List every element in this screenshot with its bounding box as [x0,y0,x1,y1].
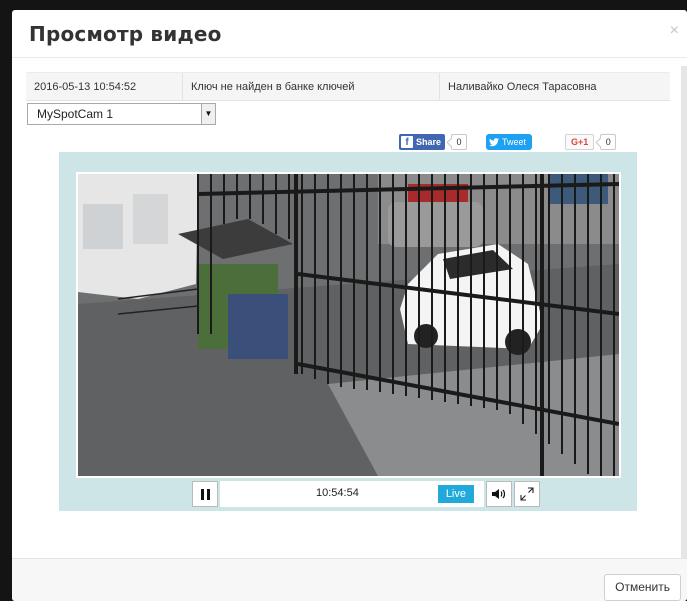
live-button[interactable]: Live [437,485,474,503]
fullscreen-button[interactable] [514,481,540,507]
facebook-share-count: 0 [451,134,468,150]
facebook-share-widget: f Share 0 [399,134,468,150]
volume-icon [492,489,506,499]
pause-icon [199,488,211,500]
chevron-down-icon[interactable]: ▼ [201,104,215,124]
current-time: 10:54:54 [316,487,359,499]
dialog-footer: Отменить [12,558,687,601]
google-plus-widget: G+1 0 [565,134,617,150]
facebook-share-label: Share [416,137,442,147]
tweet-button[interactable]: Tweet [486,134,533,150]
video-player: 10:54:54 Live [59,152,637,511]
video-image [78,174,619,476]
volume-button[interactable] [486,481,512,507]
event-info-row: 2016-05-13 10:54:52 Ключ не найден в бан… [26,72,670,101]
google-plus-count: 0 [600,134,617,150]
event-status: Ключ не найден в банке ключей [183,73,440,100]
time-bar[interactable]: 10:54:54 Live [220,481,484,507]
fullscreen-icon [520,487,534,501]
google-plus-button[interactable]: G+1 [565,134,595,150]
cancel-button[interactable]: Отменить [604,574,681,601]
dialog-header: Просмотр видео × [12,10,687,58]
twitter-bird-icon [489,137,499,146]
close-icon[interactable]: × [670,23,679,39]
facebook-share-button[interactable]: f Share [399,134,446,150]
tweet-label: Tweet [502,137,527,147]
video-frame[interactable] [76,172,621,478]
player-controls: 10:54:54 Live [192,481,540,509]
scrollbar[interactable] [681,66,687,558]
twitter-widget: Tweet [486,134,533,150]
pause-button[interactable] [192,481,218,507]
video-dialog: Просмотр видео × 2016-05-13 10:54:52 Клю… [12,10,687,601]
dialog-title: Просмотр видео [29,22,222,46]
event-datetime: 2016-05-13 10:54:52 [26,73,183,100]
facebook-icon: f [401,136,413,148]
camera-select-value: MySpotCam 1 [37,107,114,121]
camera-select[interactable]: MySpotCam 1 ▼ [27,103,216,125]
event-person: Наливайко Олеся Тарасовна [448,80,597,93]
